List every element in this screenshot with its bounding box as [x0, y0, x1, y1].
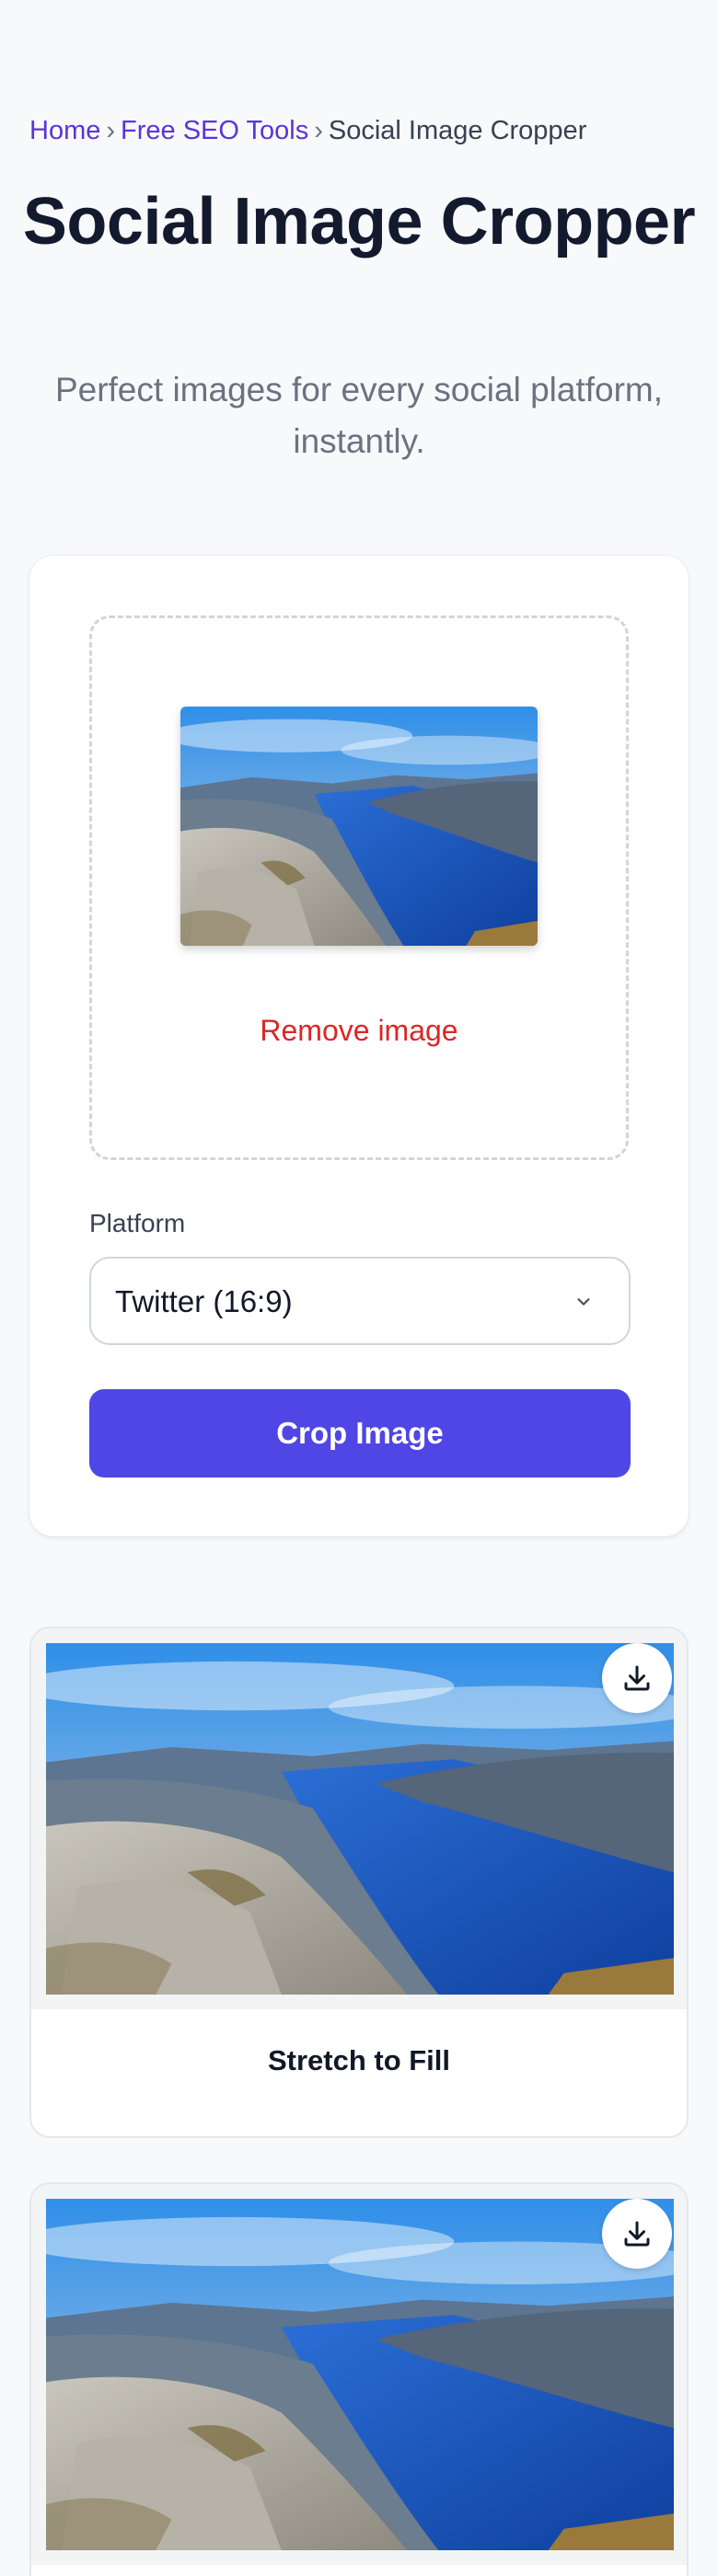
platform-label: Platform — [89, 1209, 186, 1237]
result-label: Stretch to Fill — [267, 2044, 451, 2076]
breadcrumb-tools-link[interactable]: Free SEO Tools — [121, 116, 308, 145]
result-card: Stretch to Fill — [29, 1627, 689, 2138]
image-dropzone[interactable]: Remove image — [89, 615, 629, 1160]
result-image-area — [31, 1628, 687, 2009]
page-title: Social Image Cropper — [22, 185, 696, 259]
breadcrumb-current: Social Image Cropper — [328, 116, 587, 145]
download-icon — [624, 1665, 650, 1691]
result-image — [46, 1643, 674, 1995]
remove-image-button[interactable]: Remove image — [92, 1012, 626, 1049]
result-card — [29, 2182, 689, 2576]
platform-select[interactable]: Twitter (16:9) — [89, 1257, 631, 1345]
breadcrumb-separator: › — [314, 116, 323, 145]
cropper-card: Remove image Platform Twitter (16:9) Cro… — [29, 556, 689, 1536]
breadcrumb-separator: › — [106, 116, 116, 145]
download-button[interactable] — [602, 2199, 672, 2269]
breadcrumb-home-link[interactable]: Home — [29, 116, 100, 145]
download-button[interactable] — [602, 1643, 672, 1713]
result-image-area — [31, 2184, 687, 2565]
result-image — [46, 2199, 674, 2550]
image-preview — [180, 707, 538, 946]
crop-image-button[interactable]: Crop Image — [89, 1389, 631, 1478]
chevron-down-icon — [577, 1298, 590, 1305]
platform-selected-value: Twitter (16:9) — [115, 1284, 293, 1318]
page-subtitle: Perfect images for every social platform… — [54, 371, 664, 460]
download-icon — [624, 2221, 650, 2247]
breadcrumb: Home › Free SEO Tools › Social Image Cropper — [29, 114, 586, 147]
result-label — [31, 2565, 687, 2576]
